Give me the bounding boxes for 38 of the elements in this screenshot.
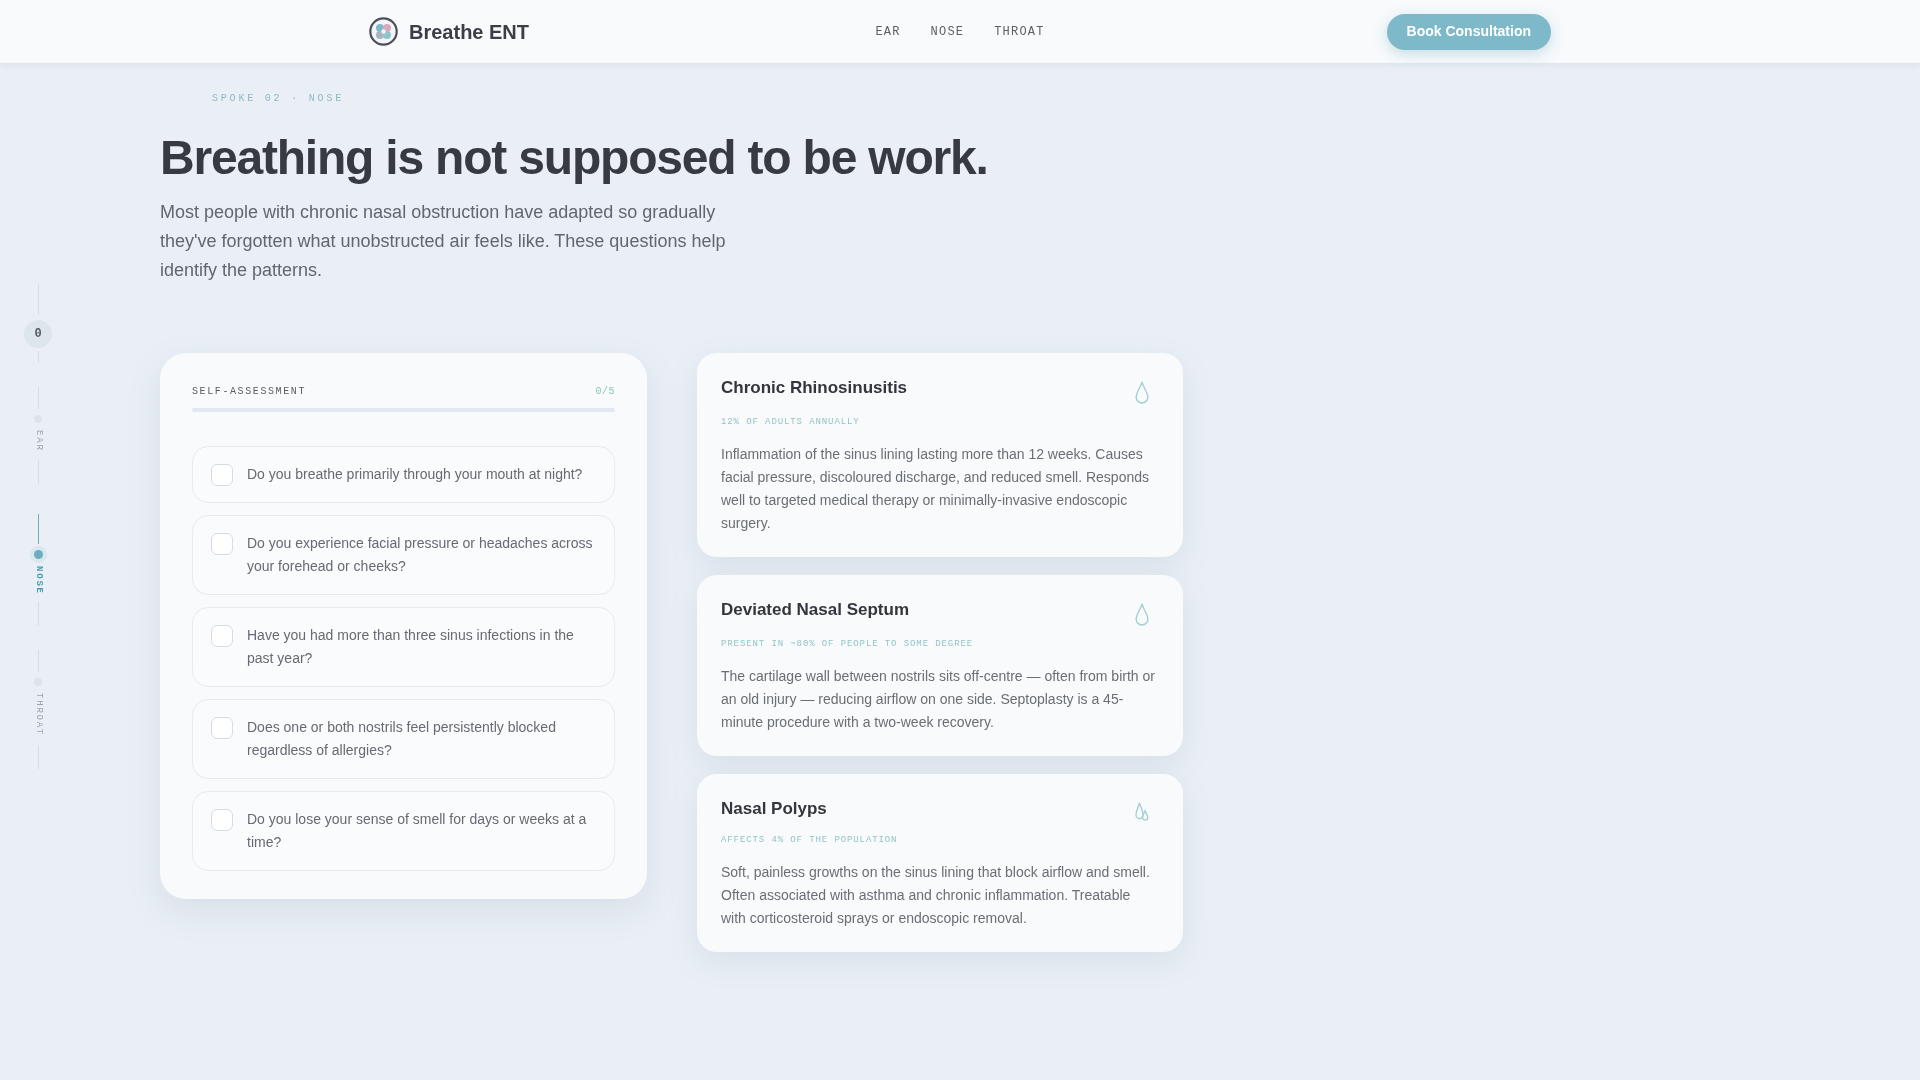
condition-description: Inflammation of the sinus lining lasting more than 12 weeks. Causes facial pressure, discoloured discharge, and reduced smell. Responds well to targeted medical therapy or minimally-invasive endoscopic surgery. (721, 444, 1150, 533)
checkbox[interactable] (211, 463, 233, 486)
double-drop-icon (1135, 801, 1149, 822)
brand-name: Breathe ENT (409, 19, 530, 45)
condition-stat: PRESENT IN ~80% OF PEOPLE TO SOME DEGREE (721, 637, 974, 650)
question-text: Do you breathe primarily through your mouth at night? (247, 464, 583, 484)
question-option[interactable]: Have you had more than three sinus infections in the past year? (192, 606, 615, 687)
checkbox[interactable] (211, 716, 233, 739)
nav-link[interactable]: THROAT (994, 22, 1045, 41)
condition-title: Chronic Rhinosinusitis (721, 376, 908, 399)
nav-link[interactable]: EAR (875, 22, 901, 41)
question-text: Have you had more than three sinus infections in the past year? (247, 625, 575, 668)
progress-count: 0/5 (595, 384, 615, 399)
condition-title: Deviated Nasal Septum (721, 598, 909, 621)
checkbox[interactable] (211, 624, 233, 647)
question-option[interactable]: Do you experience facial pressure or headaches across your forehead or cheeks? (192, 514, 615, 595)
question-option[interactable]: Does one or both nostrils feel persistently blocked regardless of allergies? (192, 698, 615, 779)
question-text: Do you experience facial pressure or headaches across your forehead or cheeks? (247, 533, 594, 576)
question-text: Do you lose your sense of smell for days or weeks at a time? (247, 809, 588, 852)
nav-link[interactable]: NOSE (930, 22, 965, 41)
section-label: SELF-ASSESSMENT (192, 384, 306, 399)
intro-paragraph: Most people with chronic nasal obstruction have adapted so gradually they've forgotten what unobstructed air feels like. These questions help identify the patterns. (160, 200, 727, 282)
condition-description: Soft, painless growths on the sinus lining that block airflow and smell. Often associated with asthma and chronic inflammation. Treatable with corticosteroid sprays or endoscopic removal. (721, 862, 1151, 928)
question-option[interactable]: Do you lose your sense of smell for days or weeks at a time? (192, 790, 615, 871)
condition-description: The cartilage wall between nostrils sits off-centre — often from birth or an old injury — reducing airflow on one side. Septoplasty is a 45-minute procedure with a two-week recovery. (721, 666, 1156, 732)
eyebrow-text: SPOKE 02 · NOSE (212, 92, 344, 106)
score-counter: 0 (24, 320, 52, 348)
condition-stat: 12% OF ADULTS ANNUALLY (721, 415, 860, 428)
logo-icon (369, 17, 398, 46)
condition-title: Nasal Polyps (721, 797, 827, 820)
drop-icon (1135, 380, 1149, 404)
drop-icon (1135, 602, 1149, 626)
condition-stat: AFFECTS 4% OF THE POPULATION (721, 833, 898, 846)
question-option[interactable]: Do you breathe primarily through your mouth at night? (192, 445, 615, 503)
page-heading: Breathing is not supposed to be work. (160, 132, 988, 185)
checkbox[interactable] (211, 808, 233, 831)
checkbox[interactable] (211, 532, 233, 555)
question-text: Does one or both nostrils feel persistently blocked regardless of allergies? (247, 717, 557, 760)
